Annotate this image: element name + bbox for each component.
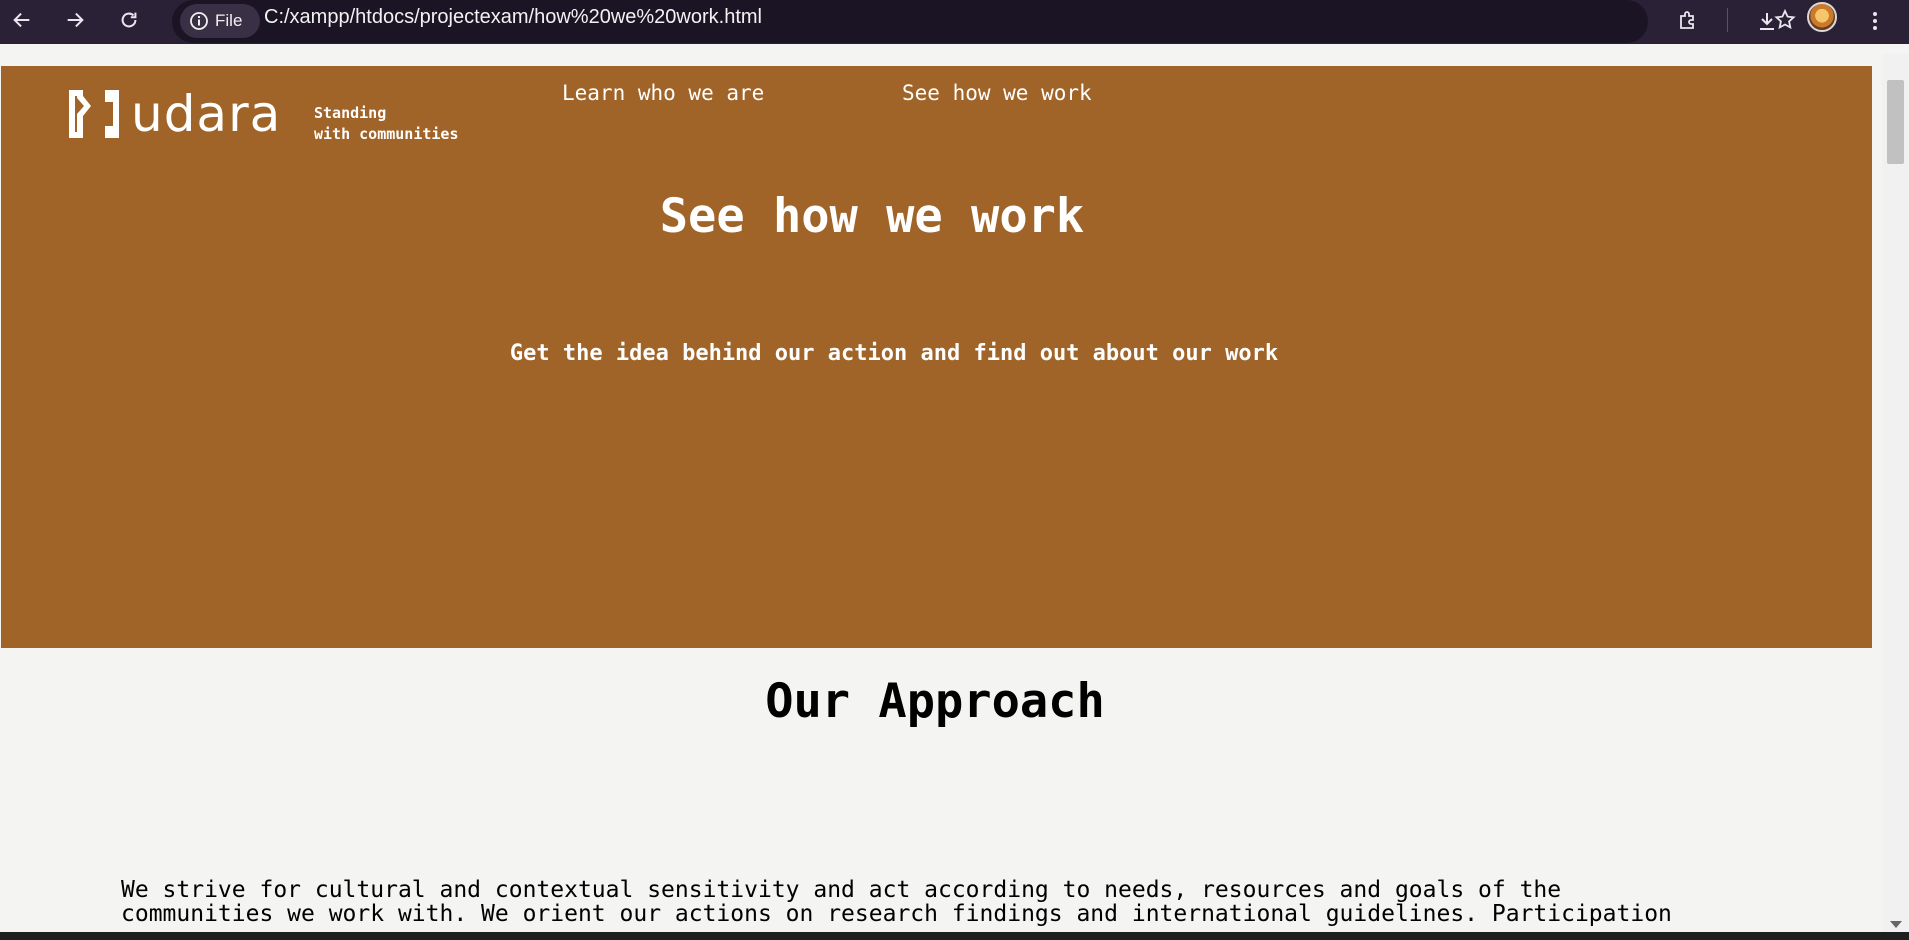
taskbar-edge xyxy=(0,932,1909,940)
logo-mark-icon xyxy=(69,90,119,138)
scrollbar-thumb[interactable] xyxy=(1887,80,1904,164)
forward-button[interactable] xyxy=(57,2,93,38)
downloads-button[interactable] xyxy=(1749,3,1785,39)
url-text[interactable]: C:/xampp/htdocs/projectexam/how%20we%20w… xyxy=(264,6,762,29)
site-chip-label: File xyxy=(215,11,243,30)
download-icon xyxy=(1760,13,1774,30)
browser-toolbar: File C:/xampp/htdocs/projectexam/how%20w… xyxy=(0,0,1909,54)
info-icon xyxy=(190,12,208,30)
site-logo[interactable]: udara xyxy=(65,86,281,142)
page-scrollbar[interactable] xyxy=(1882,54,1909,932)
tagline-line-2: with communities xyxy=(314,125,459,143)
hero-section: udara Standing with communities Learn wh… xyxy=(1,66,1872,648)
approach-title: Our Approach xyxy=(765,674,1105,729)
site-info-chip[interactable]: File xyxy=(180,4,260,38)
hero-subtitle: Get the idea behind our action and find … xyxy=(509,341,1279,366)
arrow-right-icon xyxy=(67,12,84,28)
arrow-left-icon xyxy=(13,12,30,28)
back-button[interactable] xyxy=(4,2,40,38)
browser-menu-button[interactable] xyxy=(1857,3,1893,39)
extensions-button[interactable] xyxy=(1670,3,1706,39)
scroll-down-arrow-icon[interactable] xyxy=(1890,921,1902,928)
tagline-line-1: Standing xyxy=(314,104,387,122)
reload-icon xyxy=(121,12,137,28)
site-tagline: Standing with communities xyxy=(314,103,459,145)
logo-text: udara xyxy=(131,85,282,143)
toolbar-divider xyxy=(1727,8,1728,32)
page-viewport: udara Standing with communities Learn wh… xyxy=(0,54,1909,932)
puzzle-icon xyxy=(1680,11,1694,29)
toolbar-bottom-strip xyxy=(0,44,1909,54)
approach-text: We strive for cultural and contextual se… xyxy=(121,877,1672,927)
profile-avatar[interactable] xyxy=(1807,2,1837,32)
more-vertical-icon xyxy=(1873,12,1877,30)
hero-title: See how we work xyxy=(659,189,1085,244)
reload-button[interactable] xyxy=(111,2,147,38)
nav-link-see-how-we-work[interactable]: See how we work xyxy=(902,81,1092,105)
address-bar[interactable]: File C:/xampp/htdocs/projectexam/how%20w… xyxy=(172,0,1796,43)
nav-link-learn-who-we-are[interactable]: Learn who we are xyxy=(562,81,764,105)
